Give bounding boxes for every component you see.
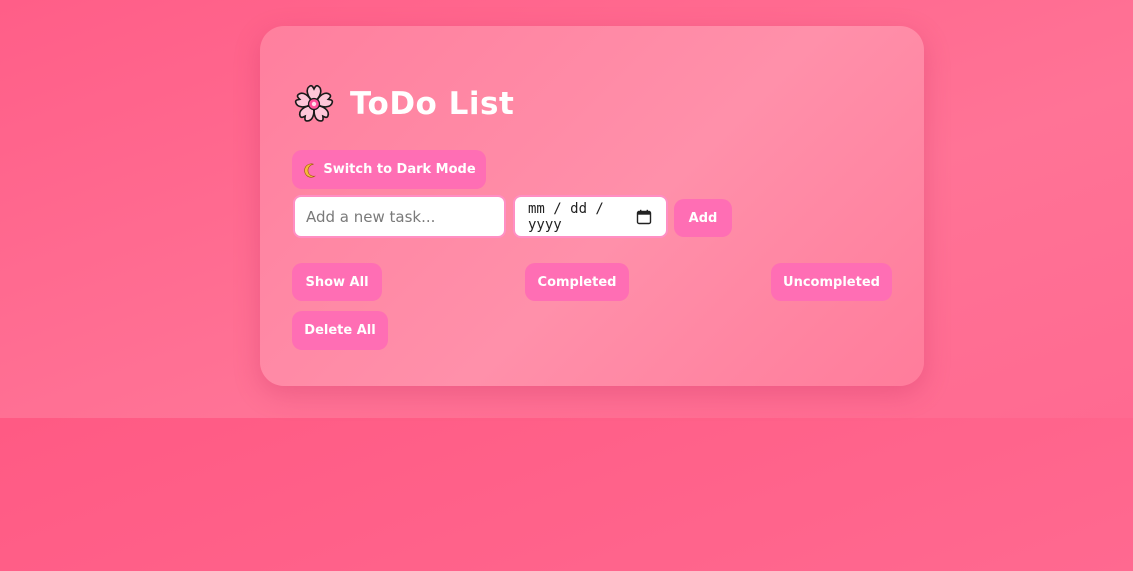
new-task-input[interactable]	[293, 195, 506, 238]
date-placeholder: mm / dd / yyyy	[528, 200, 604, 233]
page-title: ToDo List	[350, 86, 515, 122]
title-row: ToDo List	[294, 82, 514, 126]
calendar-icon[interactable]	[636, 209, 652, 225]
completed-filter-button[interactable]: Completed	[525, 263, 629, 301]
dark-mode-toggle-button[interactable]: Switch to Dark Mode	[292, 150, 486, 189]
dark-mode-toggle-label: Switch to Dark Mode	[323, 162, 476, 177]
page-background-bottom	[0, 418, 1133, 571]
show-all-button[interactable]: Show All	[292, 263, 382, 301]
delete-all-button[interactable]: Delete All	[292, 311, 388, 350]
todo-card: ToDo List Switch to Dark Mode mm / dd / …	[260, 26, 924, 386]
task-date-input[interactable]: mm / dd / yyyy	[513, 195, 668, 238]
add-task-button[interactable]: Add	[674, 199, 732, 237]
crescent-moon-icon	[304, 163, 317, 178]
uncompleted-filter-button[interactable]: Uncompleted	[771, 263, 892, 301]
cherry-blossom-icon	[294, 84, 334, 122]
